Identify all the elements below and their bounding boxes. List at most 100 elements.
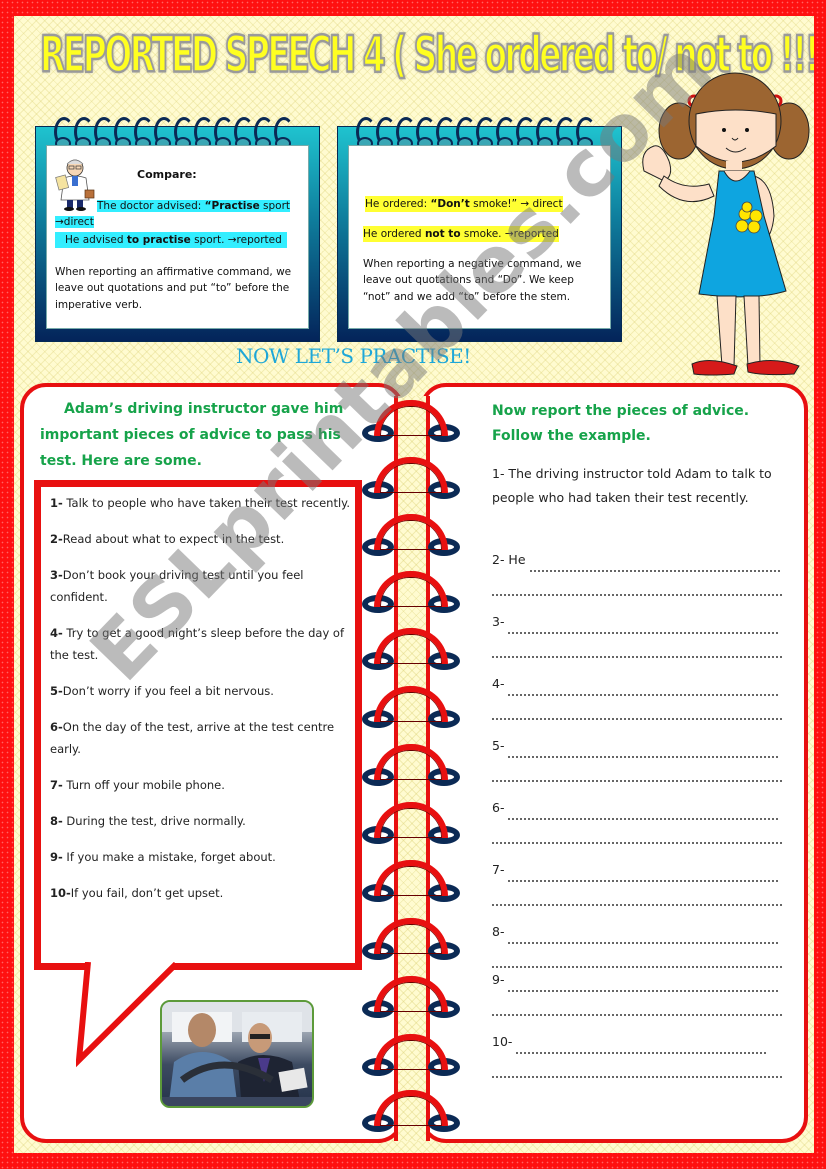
advice-item: 8- During the test, drive normally. (50, 810, 360, 832)
affirmative-direct-example: The doctor advised: “Practise sport →dir… (55, 198, 295, 231)
answer-blank[interactable] (508, 682, 779, 696)
answer-blank[interactable] (529, 558, 780, 572)
spiral-ring-icon (362, 802, 462, 846)
answer-blank[interactable] (492, 954, 782, 968)
answer-line-first: 7- (492, 858, 792, 882)
advice-item: 2-Read about what to expect in the test. (50, 528, 360, 550)
advice-text: Try to get a good night’s sleep before t… (50, 626, 344, 662)
ring-arc (374, 457, 448, 493)
answer-item: 10- (492, 1030, 792, 1078)
answer-item: 7- (492, 858, 792, 906)
exercise-example: 1- The driving instructor told Adam to t… (492, 466, 772, 505)
spiral-ring-icon (362, 457, 462, 501)
note-card-affirmative: Compare: The doctor advised: “Practise s… (35, 117, 320, 342)
advice-number: 10- (50, 886, 71, 900)
spiral-ring-icon (362, 1034, 462, 1078)
answer-line-second (492, 882, 792, 906)
answer-blank[interactable] (492, 830, 782, 844)
spiral-ring-icon (362, 514, 462, 558)
answer-blank[interactable] (508, 744, 779, 758)
advice-number: 4- (50, 626, 63, 640)
ring-arc (374, 514, 448, 550)
answer-item: 6- (492, 796, 792, 844)
answer-label: 3- (492, 614, 505, 629)
advice-number: 7- (50, 778, 63, 792)
negative-direct-example: He ordered: “Don’t smoke!” → direct (365, 196, 563, 213)
answer-line-second (492, 572, 792, 596)
answer-blank[interactable] (508, 620, 779, 634)
answer-blank[interactable] (492, 1002, 782, 1016)
advice-item: 4- Try to get a good night’s sleep befor… (50, 622, 360, 666)
answer-item: 9- (492, 968, 792, 1016)
advice-number: 6- (50, 720, 63, 734)
ring-arc (374, 686, 448, 722)
compare-label: Compare: (137, 168, 197, 181)
advice-text: Talk to people who have taken their test… (62, 496, 350, 510)
ring-arc (374, 860, 448, 896)
advice-item: 6-On the day of the test, arrive at the … (50, 716, 360, 760)
answer-blank[interactable] (516, 1040, 767, 1054)
ring-arc (374, 571, 448, 607)
advice-item: 7- Turn off your mobile phone. (50, 774, 360, 796)
advice-item: 5-Don’t worry if you feel a bit nervous. (50, 680, 360, 702)
answer-label: 5- (492, 738, 505, 753)
answer-item: 4- (492, 672, 792, 720)
ring-arc (374, 918, 448, 954)
note-card-negative: He ordered: “Don’t smoke!” → direct He o… (337, 117, 622, 342)
spiral-ring-icon (362, 976, 462, 1020)
answer-blank[interactable] (508, 978, 779, 992)
answer-line-first: 4- (492, 672, 792, 696)
advice-number: 9- (50, 850, 63, 864)
advice-item: 3-Don’t book your driving test until you… (50, 564, 360, 608)
answer-line-second (492, 992, 792, 1016)
spiral-ring-icon (362, 686, 462, 730)
answer-label: 2- He (492, 552, 526, 567)
driving-lesson-image (162, 1002, 312, 1106)
advice-text: If you make a mistake, forget about. (62, 850, 276, 864)
advice-list: 1- Talk to people who have taken their t… (50, 492, 360, 918)
answer-line-second (492, 634, 792, 658)
answer-line-second (492, 1054, 792, 1078)
answer-line-first: 6- (492, 796, 792, 820)
answer-item: 8- (492, 920, 792, 968)
answer-line-first: 8- (492, 920, 792, 944)
answer-line-second (492, 820, 792, 844)
answer-blank[interactable] (492, 892, 782, 906)
answer-line-second (492, 758, 792, 782)
answer-line-first: 5- (492, 734, 792, 758)
answer-blank[interactable] (508, 806, 779, 820)
ring-arc (374, 976, 448, 1012)
girl-illustration (642, 72, 810, 376)
advice-text: During the test, drive normally. (62, 814, 246, 828)
advice-text: Turn off your mobile phone. (62, 778, 225, 792)
answer-line-second (492, 944, 792, 968)
ring-arc (374, 1034, 448, 1070)
answer-label: 6- (492, 800, 505, 815)
advice-item: 9- If you make a mistake, forget about. (50, 846, 360, 868)
answer-blank[interactable] (492, 768, 782, 782)
answer-line-first: 2- He (492, 548, 792, 572)
answer-blank[interactable] (492, 582, 782, 596)
worksheet-page: REPORTED SPEECH 4 ( She ordered to/ not … (14, 16, 814, 1153)
answer-label: 9- (492, 972, 505, 987)
answer-line-first: 10- (492, 1030, 792, 1054)
ring-arc (374, 1090, 448, 1126)
answer-blank[interactable] (492, 644, 782, 658)
answer-label: 10- (492, 1034, 513, 1049)
answer-label: 7- (492, 862, 505, 877)
practise-heading: NOW LET’S PRACTISE! (236, 344, 471, 368)
advice-item: 10-If you fail, don’t get upset. (50, 882, 360, 904)
spiral-ring-icon (362, 571, 462, 615)
spiral-ring-icon (362, 1090, 462, 1134)
exercise-instruction: Now report the pieces of advice. Follow … (492, 403, 750, 444)
answer-item: 5- (492, 734, 792, 782)
answer-blank[interactable] (492, 1064, 782, 1078)
card-paper: Compare: The doctor advised: “Practise s… (46, 145, 309, 329)
answer-blank[interactable] (492, 706, 782, 720)
answer-blank[interactable] (508, 868, 779, 882)
advice-number: 2- (50, 532, 63, 546)
direct-text: The doctor advised: “Practise sport →dir… (55, 200, 291, 229)
spiral-ring-icon (362, 918, 462, 962)
answer-blank[interactable] (508, 930, 779, 944)
spiral-ring-icon (362, 400, 462, 444)
